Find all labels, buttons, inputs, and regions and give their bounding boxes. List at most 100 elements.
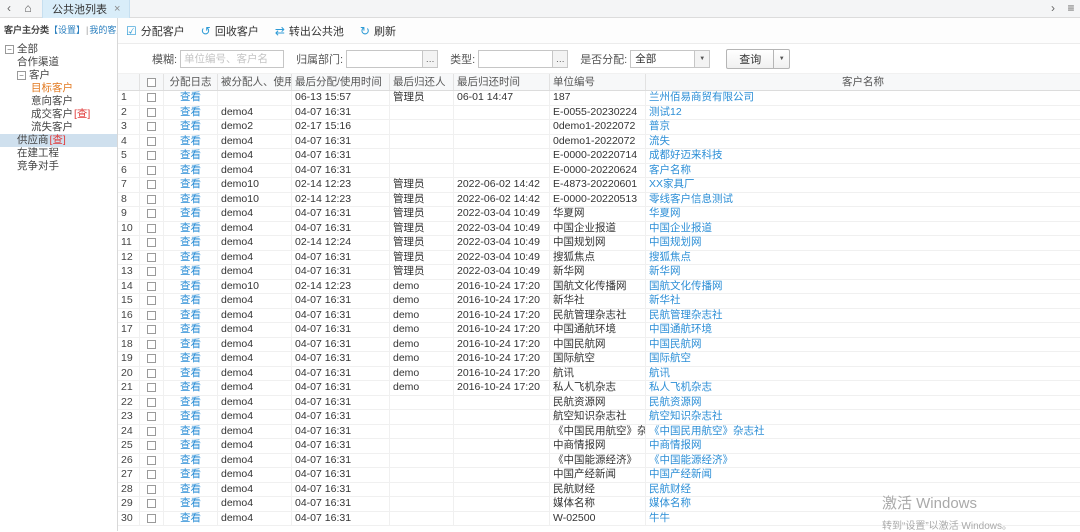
row-checkbox[interactable] <box>147 209 156 219</box>
view-log-link[interactable]: 查看 <box>180 106 201 118</box>
view-log-link[interactable]: 查看 <box>180 439 201 451</box>
row-checkbox[interactable] <box>147 455 156 465</box>
customer-name-link[interactable]: 搜狐焦点 <box>649 251 691 263</box>
customer-name-link[interactable]: 《中国能源经济》 <box>649 454 733 466</box>
view-log-link[interactable]: 查看 <box>180 425 201 437</box>
row-checkbox[interactable] <box>147 325 156 335</box>
tab-menu-icon[interactable]: ≡ <box>1062 0 1080 18</box>
view-log-link[interactable]: 查看 <box>180 178 201 190</box>
row-checkbox[interactable] <box>147 165 156 175</box>
type-input[interactable] <box>479 50 553 67</box>
row-checkbox[interactable] <box>147 252 156 262</box>
row-checkbox[interactable] <box>147 296 156 306</box>
view-log-link[interactable]: 查看 <box>180 309 201 321</box>
transfer-out-pool-button[interactable]: ⇄ 转出公共池 <box>275 23 344 39</box>
view-log-link[interactable]: 查看 <box>180 251 201 263</box>
department-input[interactable] <box>347 50 423 67</box>
row-checkbox[interactable] <box>147 470 156 480</box>
refresh-button[interactable]: ↻ 刷新 <box>360 23 396 39</box>
tree-item-4[interactable]: 意向客户 <box>0 95 117 108</box>
query-dropdown-icon[interactable]: ▼ <box>774 48 791 69</box>
category-settings-link[interactable]: 【设置】 <box>49 25 85 35</box>
assign-customer-button[interactable]: ☑ 分配客户 <box>126 23 185 39</box>
row-checkbox[interactable] <box>147 441 156 451</box>
row-checkbox[interactable] <box>147 238 156 248</box>
view-log-link[interactable]: 查看 <box>180 193 201 205</box>
view-log-link[interactable]: 查看 <box>180 236 201 248</box>
view-log-link[interactable]: 查看 <box>180 294 201 306</box>
fuzzy-input[interactable] <box>181 50 284 67</box>
row-checkbox[interactable] <box>147 368 156 378</box>
customer-name-link[interactable]: 新华网 <box>649 265 681 277</box>
view-log-link[interactable]: 查看 <box>180 512 201 524</box>
tree-item-3[interactable]: 目标客户 <box>0 82 117 95</box>
tab-close-icon[interactable]: × <box>114 3 120 15</box>
customer-name-link[interactable]: 中商情报网 <box>649 439 702 451</box>
customer-name-link[interactable]: 测试12 <box>649 106 682 118</box>
view-log-link[interactable]: 查看 <box>180 410 201 422</box>
row-checkbox[interactable] <box>147 484 156 494</box>
customer-name-link[interactable]: 中国民航网 <box>649 338 702 350</box>
customer-name-link[interactable]: 成都好迈来科技 <box>649 149 723 161</box>
customer-name-link[interactable]: 民航资源网 <box>649 396 702 408</box>
customer-name-link[interactable]: 中国通航环境 <box>649 323 712 335</box>
customer-name-link[interactable]: 普京 <box>649 120 670 132</box>
customer-name-link[interactable]: 私人飞机杂志 <box>649 381 712 393</box>
customer-name-link[interactable]: 航讯 <box>649 367 670 379</box>
customer-name-link[interactable]: 兰州佰易商贸有限公司 <box>649 91 754 103</box>
customer-name-link[interactable]: 华夏网 <box>649 207 681 219</box>
row-checkbox[interactable] <box>147 151 156 161</box>
row-checkbox[interactable] <box>147 383 156 393</box>
view-log-link[interactable]: 查看 <box>180 352 201 364</box>
view-log-link[interactable]: 查看 <box>180 323 201 335</box>
view-log-link[interactable]: 查看 <box>180 222 201 234</box>
type-picker-icon[interactable]: … <box>552 50 568 67</box>
row-checkbox[interactable] <box>147 426 156 436</box>
select-all-checkbox[interactable] <box>147 77 156 87</box>
row-checkbox[interactable] <box>147 122 156 132</box>
view-log-link[interactable]: 查看 <box>180 207 201 219</box>
home-icon[interactable]: ⌂ <box>18 0 38 18</box>
row-checkbox[interactable] <box>147 354 156 364</box>
view-log-link[interactable]: 查看 <box>180 265 201 277</box>
row-checkbox[interactable] <box>147 267 156 277</box>
row-checkbox[interactable] <box>147 180 156 190</box>
view-log-link[interactable]: 查看 <box>180 381 201 393</box>
view-log-link[interactable]: 查看 <box>180 367 201 379</box>
tree-item-0[interactable]: − 全部 <box>0 43 117 56</box>
tree-item-7[interactable]: 供应商 [查] <box>0 134 117 147</box>
customer-name-link[interactable]: 中国规划网 <box>649 236 702 248</box>
tree-item-1[interactable]: 合作渠道 <box>0 56 117 69</box>
tree-item-9[interactable]: 竞争对手 <box>0 160 117 173</box>
customer-name-link[interactable]: 流失 <box>649 135 670 147</box>
row-checkbox[interactable] <box>147 136 156 146</box>
view-log-link[interactable]: 查看 <box>180 454 201 466</box>
row-checkbox[interactable] <box>147 93 156 103</box>
view-log-link[interactable]: 查看 <box>180 497 201 509</box>
customer-name-link[interactable]: 民航财经 <box>649 483 691 495</box>
customer-name-link[interactable]: XX家具厂 <box>649 178 695 190</box>
tree-item-6[interactable]: 流失客户 <box>0 121 117 134</box>
row-checkbox[interactable] <box>147 499 156 509</box>
customer-name-link[interactable]: 中国企业报道 <box>649 222 712 234</box>
department-picker-icon[interactable]: … <box>422 50 438 67</box>
recycle-customer-button[interactable]: ↺ 回收客户 <box>201 23 259 39</box>
my-customer-view-link[interactable]: 我的客户视图 <box>89 25 117 35</box>
collapse-icon[interactable]: − <box>17 71 26 80</box>
customer-name-link[interactable]: 中国产经新闻 <box>649 468 712 480</box>
assigned-select[interactable]: 全部 ▼ <box>630 49 711 68</box>
tree-item-5[interactable]: 成交客户 [查] <box>0 108 117 121</box>
row-checkbox[interactable] <box>147 194 156 204</box>
row-checkbox[interactable] <box>147 107 156 117</box>
customer-name-link[interactable]: 《中国民用航空》杂志社 <box>649 425 765 437</box>
customer-name-link[interactable]: 航空知识杂志社 <box>649 410 723 422</box>
row-checkbox[interactable] <box>147 397 156 407</box>
row-checkbox[interactable] <box>147 310 156 320</box>
view-log-link[interactable]: 查看 <box>180 149 201 161</box>
row-checkbox[interactable] <box>147 513 156 523</box>
view-log-link[interactable]: 查看 <box>180 120 201 132</box>
view-log-link[interactable]: 查看 <box>180 338 201 350</box>
customer-name-link[interactable]: 国航文化传播网 <box>649 280 723 292</box>
customer-name-link[interactable]: 民航管理杂志社 <box>649 309 723 321</box>
view-log-link[interactable]: 查看 <box>180 483 201 495</box>
